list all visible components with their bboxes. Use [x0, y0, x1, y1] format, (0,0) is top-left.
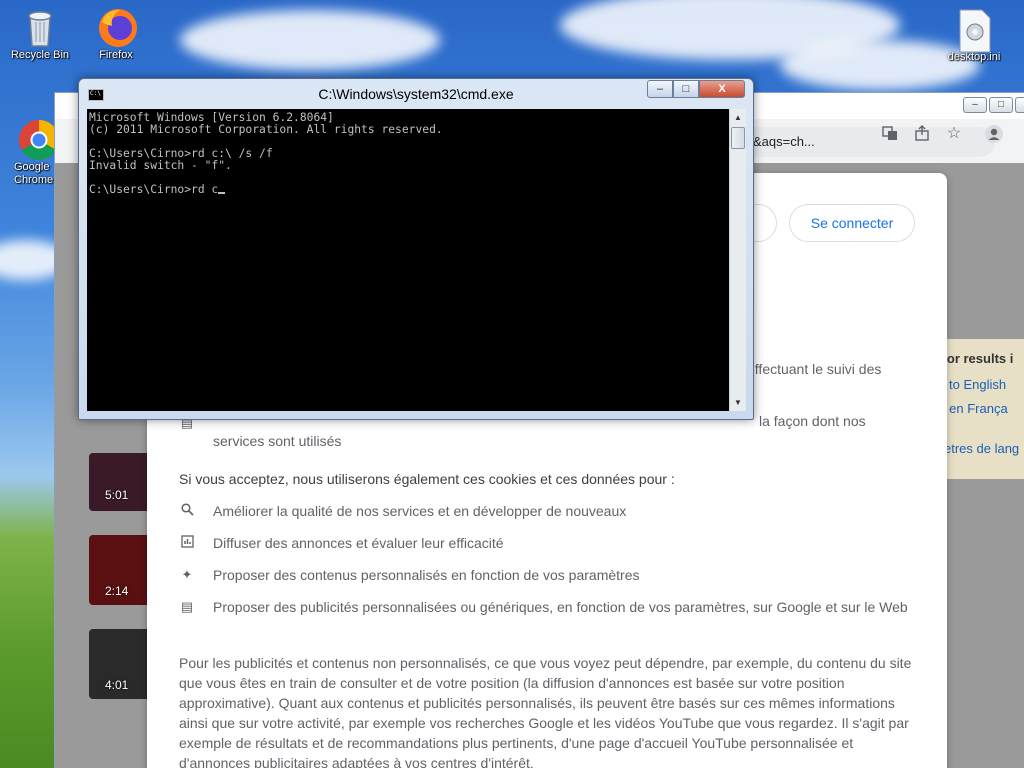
- console-line: Invalid switch - "f".: [89, 159, 232, 172]
- text-cursor: [218, 192, 226, 194]
- translate-icon[interactable]: [881, 125, 899, 143]
- chrome-maximize-button[interactable]: □: [989, 97, 1013, 113]
- profile-avatar-icon[interactable]: [985, 125, 1003, 143]
- side-card-link[interactable]: etres de lang: [944, 441, 1019, 456]
- wallpaper-cloud: [180, 10, 440, 70]
- consent-item: Diffuser des annonces et évaluer leur ef…: [213, 535, 504, 551]
- side-card-link[interactable]: to English: [949, 377, 1006, 392]
- cmd-console[interactable]: Microsoft Windows [Version 6.2.8064] (c) …: [87, 109, 729, 411]
- desktop-icon-firefox[interactable]: Firefox: [78, 6, 154, 62]
- scrollbar-thumb[interactable]: [731, 127, 745, 149]
- settings-file-icon: [954, 8, 994, 53]
- chart-icon: [179, 535, 195, 551]
- desktop-icon-recycle-bin[interactable]: Recycle Bin: [2, 6, 78, 62]
- video-duration: 4:01: [105, 678, 129, 692]
- sparkle-icon: ✦: [181, 567, 193, 582]
- consent-paragraph: Pour les publicités et contenus non pers…: [179, 655, 912, 768]
- cmd-close-button[interactable]: X: [699, 80, 745, 98]
- console-line: (c) 2011 Microsoft Corporation. All righ…: [89, 123, 443, 136]
- cmd-titlebar[interactable]: C:\Windows\system32\cmd.exe ‒ □ X: [79, 79, 753, 109]
- ad-icon: ▤: [180, 599, 194, 614]
- desktop-icon-label: Google Chrome: [14, 161, 54, 186]
- desktop-icon-label: Firefox: [99, 49, 133, 61]
- cmd-window-controls: ‒ □ X: [647, 80, 745, 98]
- scroll-up-arrow-icon[interactable]: ▲: [730, 109, 746, 126]
- consent-text: services sont utilisés: [213, 433, 342, 449]
- desktop-icon-label: Recycle Bin: [10, 49, 70, 61]
- cmd-scrollbar[interactable]: ▲ ▼: [729, 109, 746, 411]
- consent-item: Proposer des publicités personnalisées o…: [213, 599, 908, 615]
- recycle-bin-icon: [20, 6, 60, 47]
- sign-in-button[interactable]: Se connecter: [789, 204, 915, 242]
- chrome-window-controls: ‒ □: [963, 97, 1024, 113]
- cmd-minimize-button[interactable]: ‒: [647, 80, 673, 98]
- chrome-icon: [17, 118, 59, 160]
- consent-intro: Si vous acceptez, nous utiliserons égale…: [179, 471, 675, 487]
- bookmark-star-icon[interactable]: ☆: [945, 125, 963, 143]
- firefox-icon: [96, 6, 137, 47]
- chrome-minimize-button[interactable]: ‒: [963, 97, 987, 113]
- desktop-icon-desktop-ini[interactable]: desktop.ini: [936, 8, 1012, 64]
- consent-text: la façon dont nos: [759, 413, 866, 429]
- consent-item: Proposer des contenus personnalisés en f…: [213, 567, 640, 583]
- video-duration: 2:14: [105, 584, 129, 598]
- cmd-window: C:\Windows\system32\cmd.exe ‒ □ X Micros…: [78, 78, 754, 420]
- mouse-pointer-icon: [718, 116, 725, 130]
- scroll-down-arrow-icon[interactable]: ▼: [730, 394, 746, 411]
- search-icon: [179, 503, 195, 519]
- cmd-maximize-button[interactable]: □: [673, 80, 699, 98]
- consent-text: effectuant le suivi des: [747, 361, 882, 377]
- console-prompt-line: C:\Users\Cirno>rd c: [89, 184, 727, 196]
- console-prompt: C:\Users\Cirno>rd c: [89, 183, 219, 196]
- chrome-close-button[interactable]: [1015, 97, 1024, 113]
- share-icon[interactable]: [913, 125, 931, 143]
- consent-item: Améliorer la qualité de nos services et …: [213, 503, 627, 519]
- video-duration: 5:01: [105, 488, 129, 502]
